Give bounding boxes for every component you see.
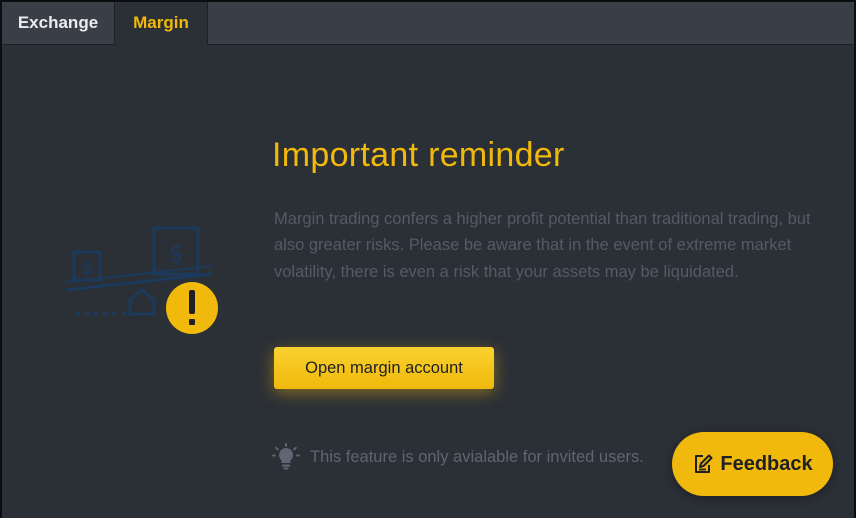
page-title: Important reminder bbox=[272, 136, 565, 174]
svg-text:$: $ bbox=[168, 240, 183, 268]
invite-note: This feature is only avialable for invit… bbox=[272, 442, 644, 472]
svg-text:$: $ bbox=[81, 258, 92, 279]
tab-bar: Exchange Margin bbox=[2, 2, 854, 45]
edit-note-icon bbox=[695, 454, 713, 473]
tab-exchange[interactable]: Exchange bbox=[2, 2, 114, 44]
open-margin-account-button[interactable]: Open margin account bbox=[274, 347, 494, 389]
tab-margin[interactable]: Margin bbox=[114, 2, 208, 45]
feedback-button[interactable]: Feedback bbox=[672, 432, 833, 496]
lightbulb-icon bbox=[272, 443, 300, 470]
scale-with-warning-icon: $ $ bbox=[65, 226, 218, 334]
feedback-label: Feedback bbox=[720, 452, 813, 475]
reminder-description: Margin trading confers a higher profit p… bbox=[274, 210, 811, 281]
invite-note-text: This feature is only avialable for invit… bbox=[310, 447, 644, 466]
